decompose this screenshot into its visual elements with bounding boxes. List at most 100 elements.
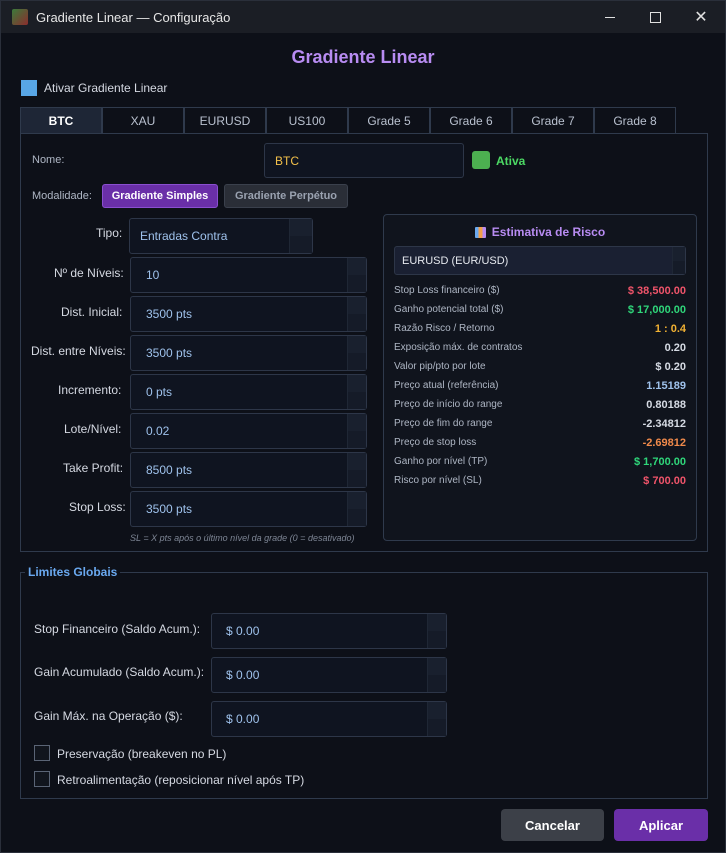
increment-label: Incremento:: [58, 383, 122, 397]
window-title: Gradiente Linear — Configuração: [36, 9, 231, 25]
global-limits-group: Limites Globais Stop Financeiro (Saldo A…: [20, 565, 708, 799]
risk-key: Exposição máx. de contratos: [394, 342, 523, 353]
risk-key: Valor pip/pto por lote: [394, 361, 486, 372]
levels-label: Nº de Níveis:: [54, 266, 124, 280]
level-dist-label: Dist. entre Níveis:: [31, 344, 126, 358]
risk-symbol-select[interactable]: EURUSD (EUR/USD): [394, 246, 686, 275]
gain-max-label: Gain Máx. na Operação ($):: [34, 709, 183, 723]
sl-value: 3500 pts: [146, 502, 193, 516]
risk-title: Estimativa de Risco: [491, 225, 606, 239]
risk-key: Risco por nível (SL): [394, 475, 482, 486]
risk-row: Stop Loss financeiro ($) $ 38,500.00: [394, 281, 686, 300]
risk-key: Preço de fim do range: [394, 418, 493, 429]
increment-stepper[interactable]: [347, 375, 366, 409]
initial-dist-value: 3500 pts: [146, 307, 193, 321]
mode-label: Modalidade:: [32, 190, 92, 202]
levels-input[interactable]: 10: [130, 257, 367, 293]
lot-stepper[interactable]: [347, 414, 366, 448]
minimize-button[interactable]: [587, 1, 633, 33]
risk-value: $ 1,700.00: [634, 455, 686, 468]
initial-dist-stepper[interactable]: [347, 297, 366, 331]
risk-value: 1.15189: [646, 379, 686, 392]
risk-value: $ 0.20: [655, 360, 686, 373]
maximize-button[interactable]: [632, 1, 678, 33]
initial-dist-input[interactable]: 3500 pts: [130, 296, 367, 332]
lot-label: Lote/Nível:: [64, 422, 122, 436]
risk-symbol-value: EURUSD (EUR/USD): [402, 254, 509, 267]
name-label: Nome:: [32, 154, 65, 166]
tab-btc[interactable]: BTC: [20, 107, 102, 133]
level-dist-stepper[interactable]: [347, 336, 366, 370]
close-button[interactable]: ✕: [678, 1, 724, 33]
feedback-checkbox[interactable]: [34, 771, 50, 787]
gain-max-value: $ 0.00: [226, 712, 260, 726]
tp-input[interactable]: 8500 pts: [130, 452, 367, 488]
gain-max-stepper[interactable]: [427, 702, 446, 736]
type-value: Entradas Contra: [140, 229, 228, 243]
chart-icon: [474, 226, 486, 238]
active-checkbox[interactable]: [472, 151, 490, 169]
risk-header: Estimativa de Risco: [384, 225, 696, 239]
level-dist-input[interactable]: 3500 pts: [130, 335, 367, 371]
lot-input[interactable]: 0.02: [130, 413, 367, 449]
mode-perpetual-button[interactable]: Gradiente Perpétuo: [224, 184, 348, 208]
tab-grade-7[interactable]: Grade 7: [512, 107, 594, 133]
enable-label: Ativar Gradiente Linear: [44, 81, 168, 95]
chevron-down-icon: [289, 219, 312, 253]
lot-value: 0.02: [146, 424, 170, 438]
tab-grade-8[interactable]: Grade 8: [594, 107, 676, 133]
risk-row: Valor pip/pto por lote $ 0.20: [394, 357, 686, 376]
risk-row: Preço de stop loss -2.69812: [394, 433, 686, 452]
risk-key: Razão Risco / Retorno: [394, 323, 495, 334]
gain-acc-label: Gain Acumulado (Saldo Acum.):: [34, 665, 205, 679]
risk-panel: Estimativa de Risco EURUSD (EUR/USD) Sto…: [383, 214, 697, 541]
gain-acc-stepper[interactable]: [427, 658, 446, 692]
increment-input[interactable]: 0 pts: [130, 374, 367, 410]
risk-row: Preço atual (referência) 1.15189: [394, 376, 686, 395]
risk-value: $ 17,000.00: [627, 303, 686, 316]
type-select[interactable]: Entradas Contra: [129, 218, 313, 254]
risk-value: -2.69812: [642, 436, 686, 449]
stop-fin-stepper[interactable]: [427, 614, 446, 648]
app-icon: [12, 9, 28, 25]
stop-fin-input[interactable]: $ 0.00: [211, 613, 447, 649]
preserve-label: Preservação (breakeven no PL): [57, 747, 227, 761]
risk-row: Ganho potencial total ($) $ 17,000.00: [394, 300, 686, 319]
sl-input[interactable]: 3500 pts: [130, 491, 367, 527]
initial-dist-label: Dist. Inicial:: [61, 305, 123, 319]
levels-stepper[interactable]: [347, 258, 366, 292]
risk-row: Ganho por nível (TP) $ 1,700.00: [394, 452, 686, 471]
risk-value: $ 38,500.00: [627, 284, 686, 297]
type-label: Tipo:: [96, 226, 123, 240]
risk-value: $ 700.00: [643, 474, 686, 487]
chevron-down-icon: [672, 247, 685, 274]
title-bar: Gradiente Linear — Configuração ✕: [1, 1, 725, 33]
risk-key: Stop Loss financeiro ($): [394, 285, 500, 296]
stop-fin-label: Stop Financeiro (Saldo Acum.):: [34, 622, 201, 636]
risk-value: 1 : 0.4: [654, 322, 686, 335]
config-window: Gradiente Linear — Configuração ✕ Gradie…: [0, 0, 726, 853]
sl-stepper[interactable]: [347, 492, 366, 526]
gain-max-input[interactable]: $ 0.00: [211, 701, 447, 737]
cancel-button[interactable]: Cancelar: [501, 809, 604, 841]
tp-stepper[interactable]: [347, 453, 366, 487]
tab-xau[interactable]: XAU: [102, 107, 184, 133]
gain-acc-input[interactable]: $ 0.00: [211, 657, 447, 693]
risk-key: Preço de stop loss: [394, 437, 477, 448]
tab-eurusd[interactable]: EURUSD: [184, 107, 266, 133]
preserve-checkbox[interactable]: [34, 745, 50, 761]
risk-row: Preço de início do range 0.80188: [394, 395, 686, 414]
stop-fin-value: $ 0.00: [226, 624, 260, 638]
tp-value: 8500 pts: [146, 463, 193, 477]
apply-button[interactable]: Aplicar: [614, 809, 708, 841]
name-input[interactable]: BTC: [264, 143, 464, 178]
maximize-icon: [649, 11, 661, 23]
risk-value: 0.20: [664, 341, 686, 354]
global-limits-title: Limites Globais: [25, 565, 121, 579]
tab-grade-6[interactable]: Grade 6: [430, 107, 512, 133]
enable-checkbox[interactable]: [21, 80, 37, 96]
risk-key: Ganho por nível (TP): [394, 456, 488, 467]
tab-us100[interactable]: US100: [266, 107, 348, 133]
tab-grade-5[interactable]: Grade 5: [348, 107, 430, 133]
mode-simple-button[interactable]: Gradiente Simples: [102, 184, 218, 208]
